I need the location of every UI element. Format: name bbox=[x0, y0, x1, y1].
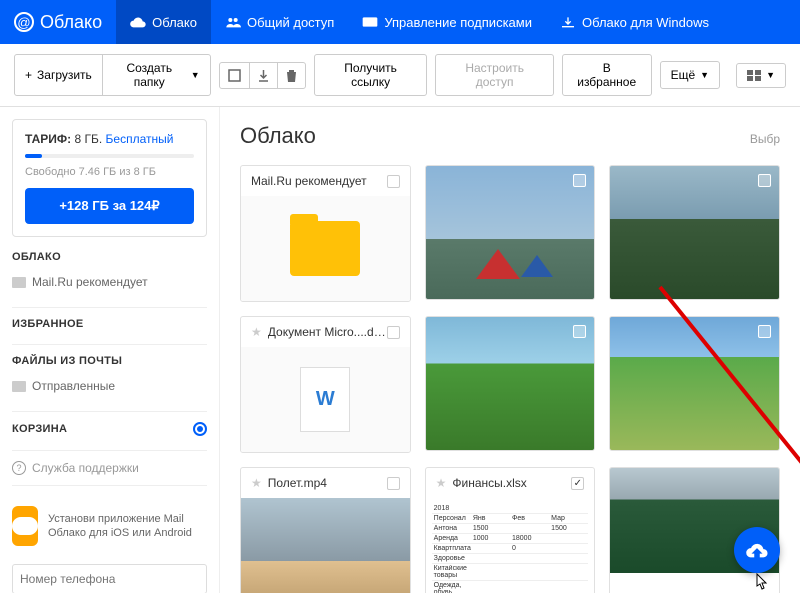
grid-icon bbox=[747, 70, 761, 81]
upgrade-button[interactable]: +128 ГБ за 124₽ bbox=[25, 188, 194, 224]
app-promo-text: Установи приложение Mail Облако для iOS … bbox=[48, 512, 207, 541]
card-icon bbox=[362, 15, 378, 29]
storage-progress bbox=[25, 154, 194, 158]
cloud-upload-icon bbox=[746, 539, 768, 561]
folder-icon bbox=[290, 221, 360, 276]
sidebar-item-recommends[interactable]: Mail.Ru рекомендует bbox=[12, 271, 207, 293]
file-tile-xlsx[interactable]: ★Финансы.xlsx 2018ПерсоналЯнвФевМарАнтон… bbox=[425, 467, 596, 593]
trash-icon bbox=[286, 69, 297, 82]
download-button[interactable] bbox=[249, 62, 278, 89]
download-icon bbox=[258, 69, 269, 82]
select-all-button[interactable] bbox=[219, 62, 250, 89]
support-link[interactable]: ? Служба поддержки bbox=[12, 461, 207, 475]
plus-icon: + bbox=[25, 68, 32, 82]
sidebar-favorites-heading: ИЗБРАННОЕ bbox=[12, 318, 207, 330]
chevron-down-icon: ▼ bbox=[700, 70, 709, 80]
star-icon[interactable]: ★ bbox=[251, 325, 262, 339]
app-icon bbox=[12, 506, 38, 546]
radio-indicator[interactable] bbox=[193, 422, 207, 436]
chevron-down-icon: ▼ bbox=[191, 70, 200, 80]
phone-input[interactable] bbox=[12, 564, 207, 593]
view-button[interactable]: ▼ bbox=[736, 63, 786, 88]
tariff-title: ТАРИФ: 8 ГБ. Бесплатный bbox=[25, 132, 194, 146]
file-tile-doc[interactable]: ★Документ Micro....docx W bbox=[240, 316, 411, 453]
at-icon: @ bbox=[14, 12, 34, 32]
favorite-button[interactable]: В избранное bbox=[562, 54, 652, 96]
file-tile-image[interactable] bbox=[425, 316, 596, 451]
star-icon[interactable]: ★ bbox=[436, 476, 447, 490]
logo-text: Облако bbox=[40, 12, 102, 33]
checkbox[interactable] bbox=[387, 477, 400, 490]
top-header: @ Облако Облако Общий доступ Управление … bbox=[0, 0, 800, 44]
file-tile-image[interactable] bbox=[425, 165, 596, 300]
nav-subscriptions[interactable]: Управление подписками bbox=[348, 0, 546, 44]
file-tile-folder[interactable]: Mail.Ru рекомендует bbox=[240, 165, 411, 302]
storage-text: Свободно 7.46 ГБ из 8 ГБ bbox=[25, 166, 194, 178]
download-icon bbox=[560, 15, 576, 29]
delete-button[interactable] bbox=[277, 62, 306, 89]
sidebar-cloud-heading: ОБЛАКО bbox=[12, 251, 207, 263]
nav-windows[interactable]: Облако для Windows bbox=[546, 0, 723, 44]
checkbox[interactable] bbox=[573, 325, 586, 338]
logo[interactable]: @ Облако bbox=[0, 12, 116, 33]
file-tile-video[interactable]: ★Полет.mp4 bbox=[240, 467, 411, 593]
people-icon bbox=[225, 15, 241, 29]
configure-access-button[interactable]: Настроить доступ bbox=[435, 54, 553, 96]
checkbox[interactable] bbox=[573, 174, 586, 187]
upload-fab[interactable] bbox=[734, 527, 780, 573]
help-icon: ? bbox=[12, 461, 26, 475]
sidebar-trash-heading[interactable]: КОРЗИНА bbox=[12, 423, 67, 435]
content-area: Облако Выбр Mail.Ru рекомендует ★Докумен… bbox=[220, 107, 800, 593]
create-folder-button[interactable]: Создать папку▼ bbox=[102, 54, 211, 96]
app-promo: Установи приложение Mail Облако для iOS … bbox=[12, 496, 207, 556]
checkbox[interactable] bbox=[387, 175, 400, 188]
nav-shared[interactable]: Общий доступ bbox=[211, 0, 348, 44]
nav-cloud[interactable]: Облако bbox=[116, 0, 211, 44]
toolbar: +Загрузить Создать папку▼ Получить ссылк… bbox=[0, 44, 800, 107]
tariff-plan-link[interactable]: Бесплатный bbox=[106, 132, 174, 146]
folder-icon bbox=[12, 277, 26, 288]
file-tile-image[interactable] bbox=[609, 316, 780, 451]
more-button[interactable]: Ещё▼ bbox=[660, 61, 720, 89]
page-title: Облако bbox=[240, 123, 316, 149]
star-icon[interactable]: ★ bbox=[251, 476, 262, 490]
sidebar: ТАРИФ: 8 ГБ. Бесплатный Свободно 7.46 ГБ… bbox=[0, 107, 220, 593]
get-link-button[interactable]: Получить ссылку bbox=[314, 54, 428, 96]
square-icon bbox=[228, 69, 241, 82]
xlsx-thumb: 2018ПерсоналЯнвФевМарАнтона15001500Аренд… bbox=[426, 498, 595, 593]
file-tile-image[interactable] bbox=[609, 165, 780, 300]
video-thumb bbox=[241, 498, 410, 593]
chevron-down-icon: ▼ bbox=[766, 70, 775, 80]
sidebar-item-sent[interactable]: Отправленные bbox=[12, 375, 207, 397]
upload-button[interactable]: +Загрузить bbox=[14, 54, 103, 96]
folder-icon bbox=[12, 381, 26, 392]
file-grid: Mail.Ru рекомендует ★Документ Micro....d… bbox=[240, 165, 780, 593]
sidebar-mail-heading: ФАЙЛЫ ИЗ ПОЧТЫ bbox=[12, 355, 207, 367]
select-text[interactable]: Выбр bbox=[750, 132, 780, 146]
cloud-icon bbox=[130, 15, 146, 29]
checkbox[interactable] bbox=[758, 325, 771, 338]
tariff-panel: ТАРИФ: 8 ГБ. Бесплатный Свободно 7.46 ГБ… bbox=[12, 119, 207, 237]
checkbox[interactable] bbox=[758, 174, 771, 187]
word-icon: W bbox=[300, 367, 350, 432]
checkbox[interactable] bbox=[571, 477, 584, 490]
checkbox[interactable] bbox=[387, 326, 400, 339]
